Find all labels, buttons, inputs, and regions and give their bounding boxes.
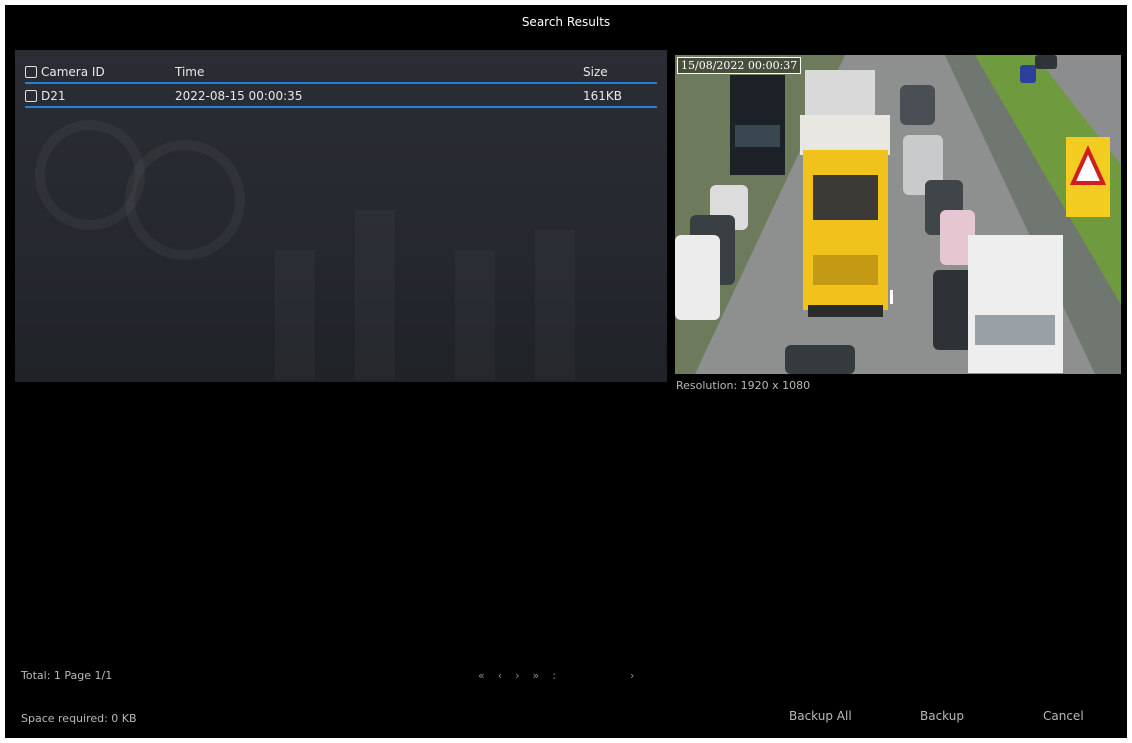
watermark-bar xyxy=(535,230,575,380)
results-list-panel: Camera ID Time Size D21 2022-08-15 00:00… xyxy=(15,50,667,382)
column-header-time[interactable]: Time xyxy=(175,65,583,79)
title-bar: Search Results xyxy=(5,5,1127,39)
page-input[interactable] xyxy=(569,669,617,682)
column-camera-id: Camera ID xyxy=(25,65,175,79)
pagination-controls: « ‹ › » : › xyxy=(478,669,634,682)
column-header-size[interactable]: Size xyxy=(583,65,653,79)
table-row[interactable]: D21 2022-08-15 00:00:35 161KB xyxy=(25,86,657,108)
watermark-circle xyxy=(125,140,245,260)
row-checkbox-icon[interactable] xyxy=(25,90,37,102)
table-header: Camera ID Time Size xyxy=(25,62,657,84)
last-page-button[interactable]: » xyxy=(533,669,540,682)
watermark-bar xyxy=(455,250,495,380)
watermark-bar xyxy=(355,210,395,380)
cancel-button[interactable]: Cancel xyxy=(1043,709,1084,723)
resolution-label: Resolution: 1920 x 1080 xyxy=(676,379,811,392)
go-page-button[interactable]: › xyxy=(630,669,634,682)
traffic-snapshot-image xyxy=(675,55,1121,374)
window-title: Search Results xyxy=(521,15,611,29)
snapshot-timestamp: 15/08/2022 00:00:37 xyxy=(677,57,802,74)
total-count-label: Total: 1 Page 1/1 xyxy=(21,669,113,682)
backup-button[interactable]: Backup xyxy=(920,709,964,723)
row-time: 2022-08-15 00:00:35 xyxy=(175,89,303,103)
page-input-separator: : xyxy=(552,669,556,682)
snapshot-preview[interactable]: 15/08/2022 00:00:37 xyxy=(675,55,1121,374)
select-all-checkbox-icon[interactable] xyxy=(25,66,37,78)
column-header-camera-id[interactable]: Camera ID xyxy=(41,65,105,79)
backup-all-button[interactable]: Backup All xyxy=(789,709,852,723)
row-size: 161KB xyxy=(583,89,623,103)
watermark-bar xyxy=(275,250,315,380)
previous-page-button[interactable]: ‹ xyxy=(498,669,502,682)
row-camera-id: D21 xyxy=(41,89,66,103)
next-page-button[interactable]: › xyxy=(515,669,519,682)
cell-camera-id: D21 xyxy=(25,89,175,103)
space-required-label: Space required: 0 KB xyxy=(21,712,137,725)
first-page-button[interactable]: « xyxy=(478,669,485,682)
search-results-window: Search Results Camera ID Time Size D21 2… xyxy=(5,5,1127,738)
